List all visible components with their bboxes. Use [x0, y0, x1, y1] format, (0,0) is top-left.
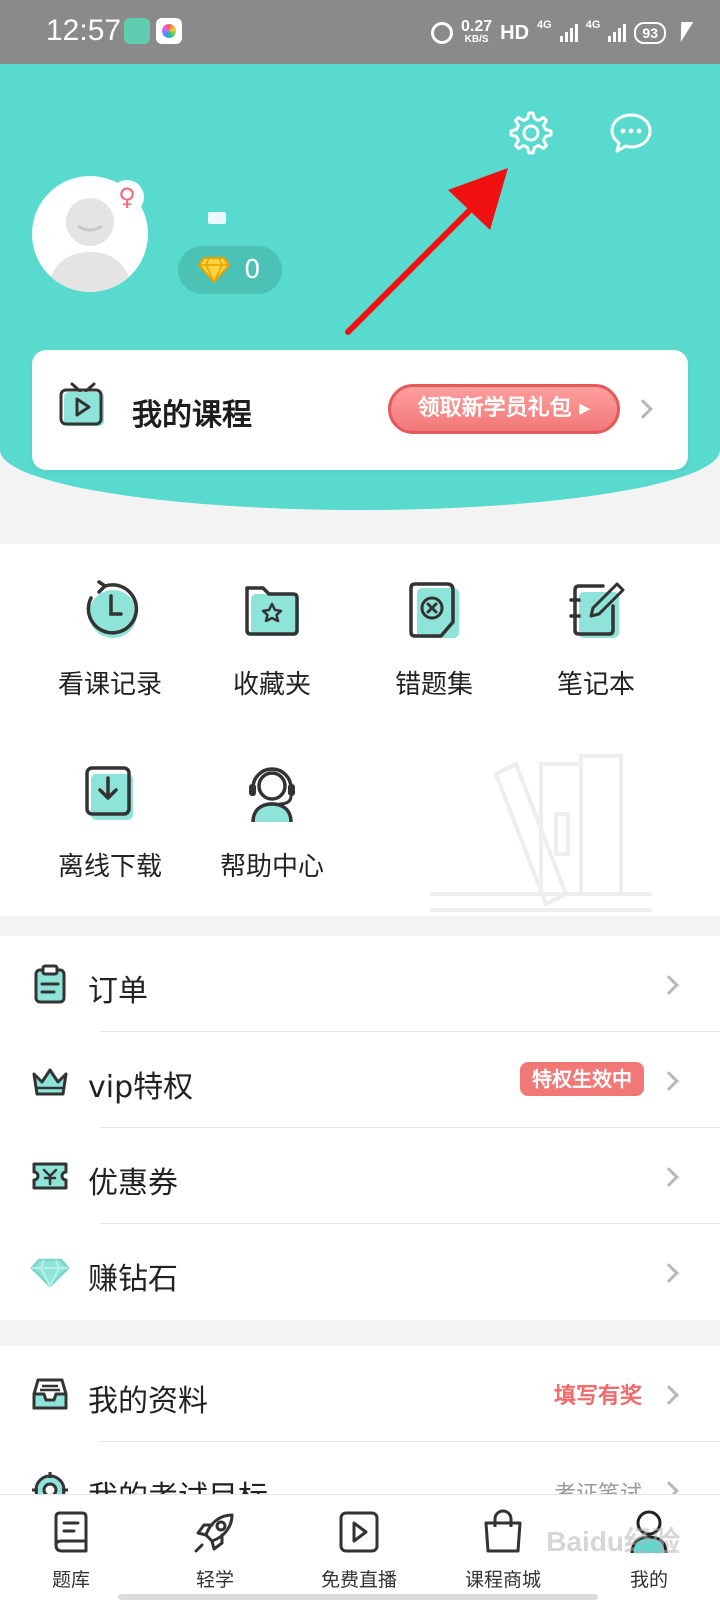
list-item-label: 订单 [88, 974, 148, 1009]
status-time: 12:57 [46, 14, 122, 47]
list-item-coupons[interactable]: 优惠券 [0, 1128, 720, 1224]
new-student-gift-button[interactable]: 领取新学员礼包 ▸ [388, 384, 620, 434]
hd-indicator: HD [500, 21, 530, 44]
messages-button[interactable] [606, 108, 656, 158]
list-item-earn-diamonds[interactable]: 赚钻石 [0, 1224, 720, 1320]
grid-item-favorites[interactable]: 收藏夹 [192, 578, 352, 701]
list-item-vip[interactable]: vip特权 特权生效中 [0, 1032, 720, 1128]
grid-item-wrong-questions[interactable]: 错题集 [354, 578, 514, 701]
chevron-right-icon [659, 1071, 679, 1091]
favorites-folder-icon [245, 586, 299, 636]
live-play-icon [339, 1511, 379, 1553]
list-item-label: 赚钻石 [88, 1262, 178, 1297]
status-bar: 12:57 0.27 KB/S HD 4G 4G 93 [0, 0, 720, 64]
crown-icon [32, 1068, 68, 1096]
inbox-icon [32, 1378, 68, 1410]
grid-label: 收藏夹 [232, 670, 311, 700]
my-courses-card[interactable]: 我的课程 领取新学员礼包 ▸ [32, 350, 688, 470]
clipboard-icon [34, 964, 66, 1004]
chevron-right-icon [633, 399, 653, 419]
list-item-orders[interactable]: 订单 [0, 936, 720, 1032]
network-type-2: 4G [585, 19, 601, 31]
grid-item-notebook[interactable]: 笔记本 [516, 578, 676, 701]
chevron-right-icon [659, 1167, 679, 1187]
charging-icon [674, 22, 694, 42]
grid-label: 错题集 [394, 670, 473, 700]
tab-label: 免费直播 [320, 1569, 397, 1591]
grid-item-offline-download[interactable]: 离线下载 [30, 760, 190, 883]
grid-item-history[interactable]: 看课记录 [30, 578, 190, 701]
chevron-right-icon [659, 975, 679, 995]
network-speed: 0.27 KB/S [461, 18, 493, 46]
signal-icon-2 [608, 24, 627, 42]
grid-item-help-center[interactable]: 帮助中心 [192, 760, 352, 883]
tab-light-learning[interactable]: 轻学 [150, 1509, 280, 1592]
list-item-my-info[interactable]: 我的资料 填写有奖 [0, 1346, 720, 1442]
chevron-right-icon [659, 1385, 679, 1405]
settings-button[interactable] [504, 108, 554, 158]
wrong-questions-icon [409, 582, 459, 638]
grid-label: 离线下载 [57, 852, 162, 882]
vip-status-badge: 特权生效中 [520, 1062, 644, 1096]
app-notification-icon [124, 18, 150, 44]
shopping-bag-icon [484, 1509, 522, 1553]
signal-icon [559, 24, 578, 42]
list-item-label: 我的考试目标 [88, 1472, 268, 1494]
home-indicator [118, 1594, 598, 1600]
list-item-label: 优惠券 [88, 1166, 178, 1201]
alarm-icon [431, 22, 454, 44]
tab-label: 我的 [629, 1569, 668, 1591]
chevron-right-icon [659, 1263, 679, 1283]
list-item-label: 我的资料 [88, 1384, 208, 1419]
history-clock-icon [86, 580, 139, 638]
tab-label: 轻学 [195, 1569, 234, 1591]
network-type-1: 4G [537, 19, 552, 31]
grid-label: 看课记录 [57, 670, 162, 700]
diamond-icon [30, 1258, 70, 1289]
exam-goal-value: 考证笔试 [554, 1476, 642, 1494]
feature-grid: 看课记录 收藏夹 错题集 笔记本 离线下载 帮助中心 [0, 544, 720, 916]
rocket-icon [194, 1513, 234, 1553]
tab-label: 课程商城 [464, 1569, 541, 1591]
grid-label: 笔记本 [556, 670, 635, 700]
watermark-logo: Baidu经验 [546, 1526, 680, 1557]
chat-bubble-icon [610, 113, 652, 153]
profile-list: 我的资料 填写有奖 我的考试目标 考证笔试 [0, 1346, 720, 1494]
photos-notification-icon [156, 18, 182, 44]
bookshelf-illustration [430, 754, 652, 912]
grid-label: 帮助中心 [219, 852, 324, 882]
my-courses-title: 我的课程 [132, 398, 252, 433]
headset-icon [249, 767, 295, 823]
tab-free-live[interactable]: 免费直播 [294, 1509, 424, 1592]
download-icon [85, 766, 133, 820]
battery-icon: 93 [634, 22, 666, 44]
tv-play-icon [59, 382, 104, 426]
diamond-balance[interactable]: 0 [178, 246, 282, 294]
list-item-label: vip特权 [88, 1070, 194, 1105]
question-bank-icon [54, 1511, 88, 1553]
notebook-icon [569, 582, 625, 638]
diamond-count: 0 [244, 255, 261, 285]
account-list: 订单 vip特权 特权生效中 优惠券 赚钻石 [0, 936, 720, 1320]
tab-label: 题库 [51, 1569, 90, 1591]
gear-icon [509, 111, 553, 155]
list-item-exam-goal[interactable]: 我的考试目标 考证笔试 [0, 1442, 720, 1494]
target-icon [32, 1472, 68, 1494]
annotation-arrow [345, 168, 508, 335]
diamond-icon [198, 257, 230, 284]
chevron-right-icon [659, 1481, 679, 1494]
username[interactable] [190, 204, 234, 226]
coupon-icon [32, 1162, 68, 1190]
female-gender-icon: ♀ [110, 180, 144, 214]
reward-tag: 填写有奖 [553, 1384, 642, 1409]
tab-question-bank[interactable]: 题库 [6, 1509, 136, 1592]
